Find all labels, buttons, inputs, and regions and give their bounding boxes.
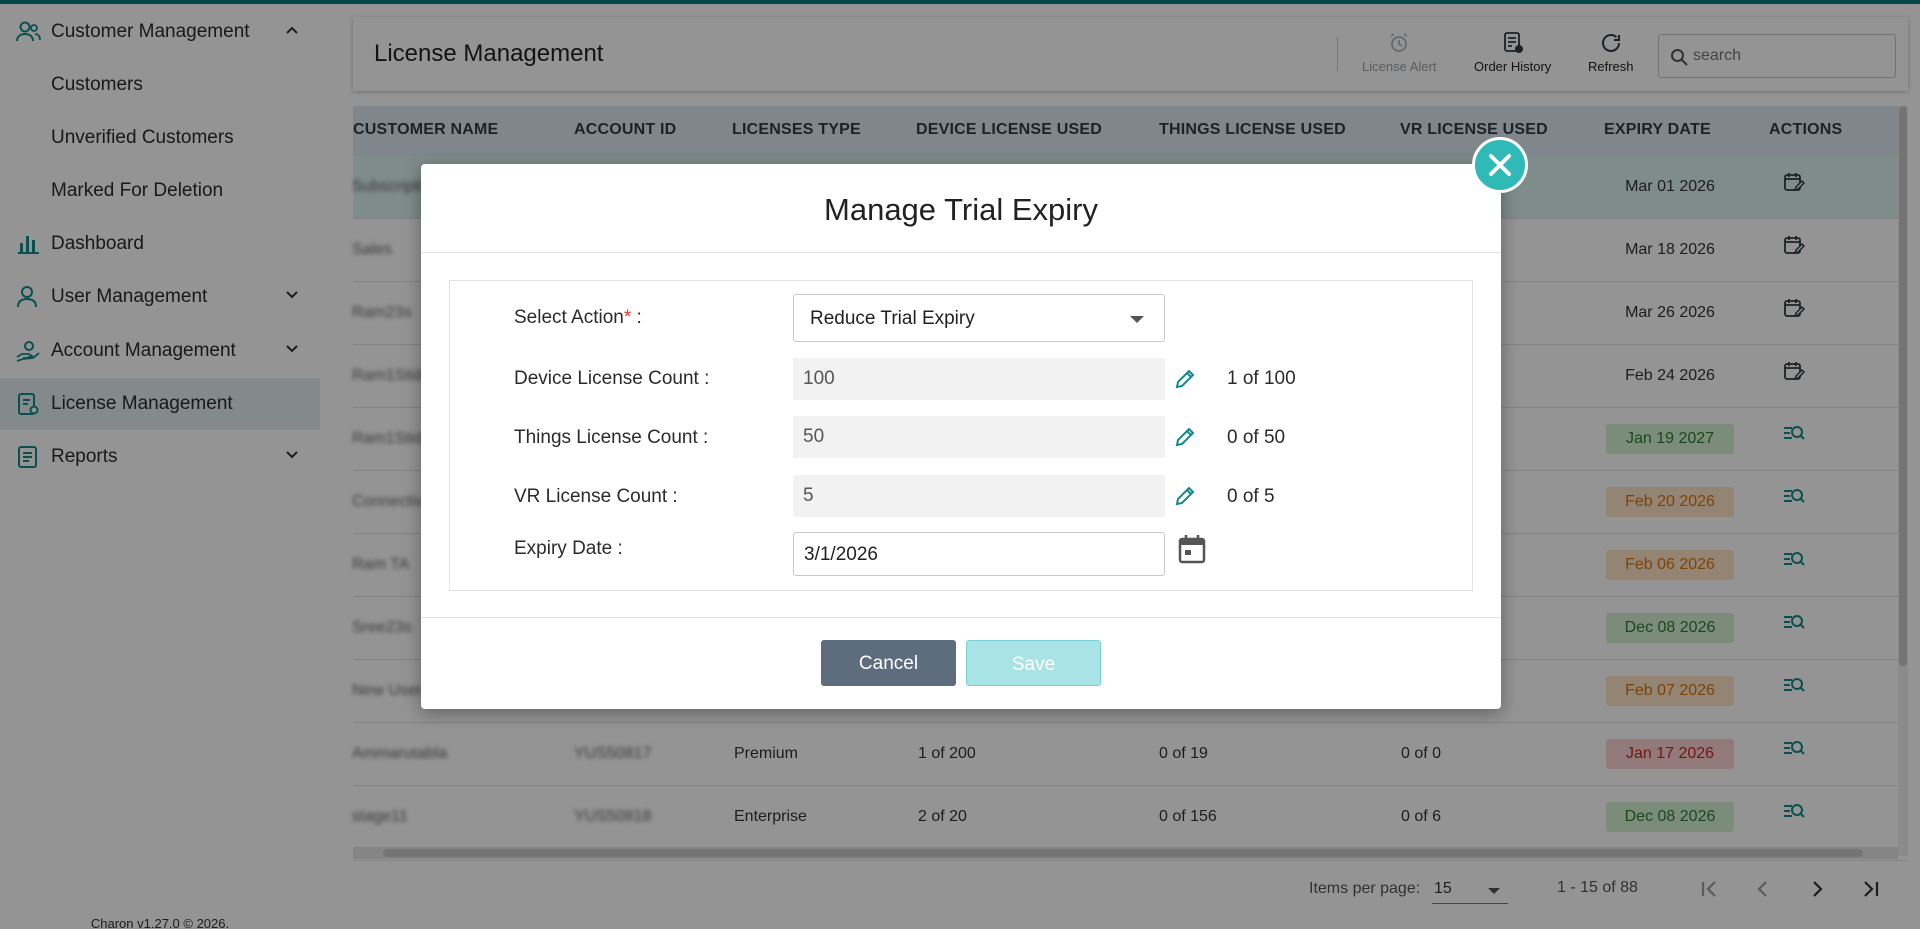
close-dialog-button[interactable] (1472, 137, 1528, 193)
things-license-count-field[interactable]: 50 (793, 416, 1165, 458)
edit-things-count-icon[interactable] (1173, 425, 1197, 449)
calendar-icon[interactable] (1178, 534, 1206, 564)
select-action-label-text: Select Action (514, 307, 624, 328)
things-license-usage: 0 of 50 (1227, 427, 1286, 448)
dropdown-caret-icon (1130, 316, 1144, 323)
save-button[interactable]: Save (966, 640, 1101, 686)
vr-license-count-label: VR License Count : (514, 486, 678, 507)
expiry-date-input[interactable]: 3/1/2026 (793, 532, 1165, 576)
close-icon (1489, 154, 1511, 176)
divider (421, 252, 1501, 253)
divider (421, 617, 1501, 618)
select-action-value: Reduce Trial Expiry (810, 308, 975, 329)
vr-license-usage: 0 of 5 (1227, 486, 1275, 507)
cancel-button[interactable]: Cancel (821, 640, 956, 686)
device-license-usage: 1 of 100 (1227, 368, 1296, 389)
select-action-dropdown[interactable]: Reduce Trial Expiry (793, 294, 1165, 342)
dialog-title: Manage Trial Expiry (824, 192, 1098, 227)
expiry-date-label: Expiry Date : (514, 538, 623, 559)
vr-license-count-field[interactable]: 5 (793, 475, 1165, 517)
device-license-count-field[interactable]: 100 (793, 358, 1165, 400)
label-colon: : (631, 307, 642, 328)
device-license-count-label: Device License Count : (514, 368, 710, 389)
edit-device-count-icon[interactable] (1173, 367, 1197, 391)
select-action-label: Select Action* : (514, 307, 642, 329)
things-license-count-label: Things License Count : (514, 427, 709, 448)
edit-vr-count-icon[interactable] (1173, 484, 1197, 508)
